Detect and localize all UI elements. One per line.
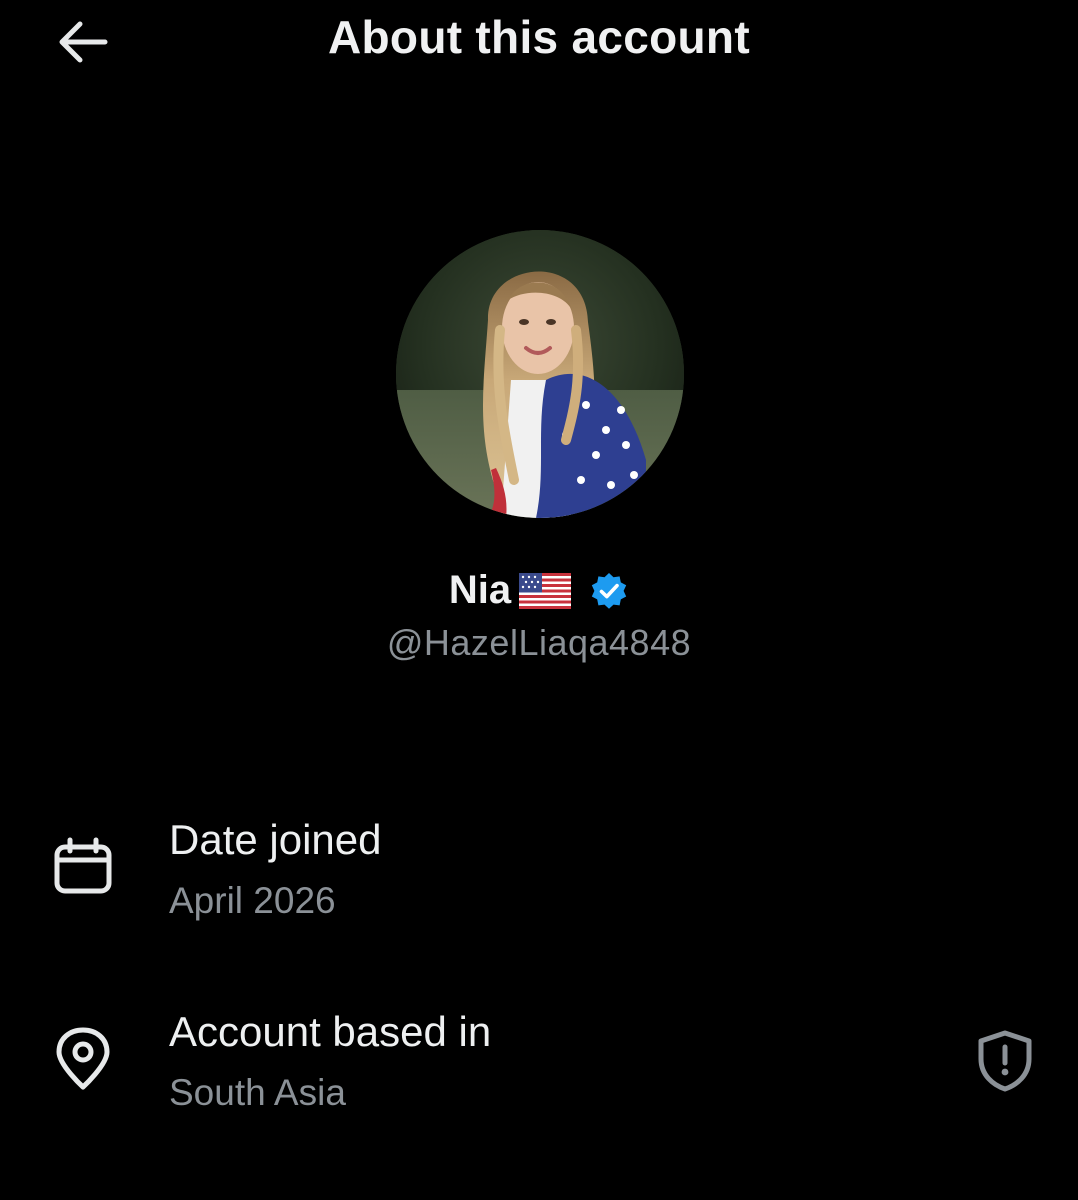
account-based-value: South Asia: [169, 1072, 346, 1113]
location-pin-icon: [50, 1026, 116, 1092]
account-based-label: Account based in: [169, 1008, 492, 1055]
shield-alert-icon: [978, 1030, 1032, 1092]
username-handle: @HazelLiaqa4848: [386, 622, 692, 663]
account-based-row: Account based in South Asia: [0, 1004, 1078, 1124]
top-bar: About this account: [0, 0, 1078, 80]
verified-badge-icon[interactable]: [589, 571, 629, 611]
avatar-image: [396, 230, 684, 518]
us-flag-icon: [519, 572, 572, 609]
avatar[interactable]: [396, 230, 684, 518]
location-info-button[interactable]: [972, 1026, 1038, 1096]
date-joined-row: Date joined April 2026: [0, 812, 1078, 932]
page-title: About this account: [328, 11, 750, 63]
profile-name-row: Nia: [0, 568, 1078, 613]
display-name: Nia: [448, 568, 512, 612]
date-joined-value: April 2026: [169, 880, 336, 921]
date-joined-label: Date joined: [169, 816, 382, 863]
calendar-icon: [50, 834, 116, 900]
